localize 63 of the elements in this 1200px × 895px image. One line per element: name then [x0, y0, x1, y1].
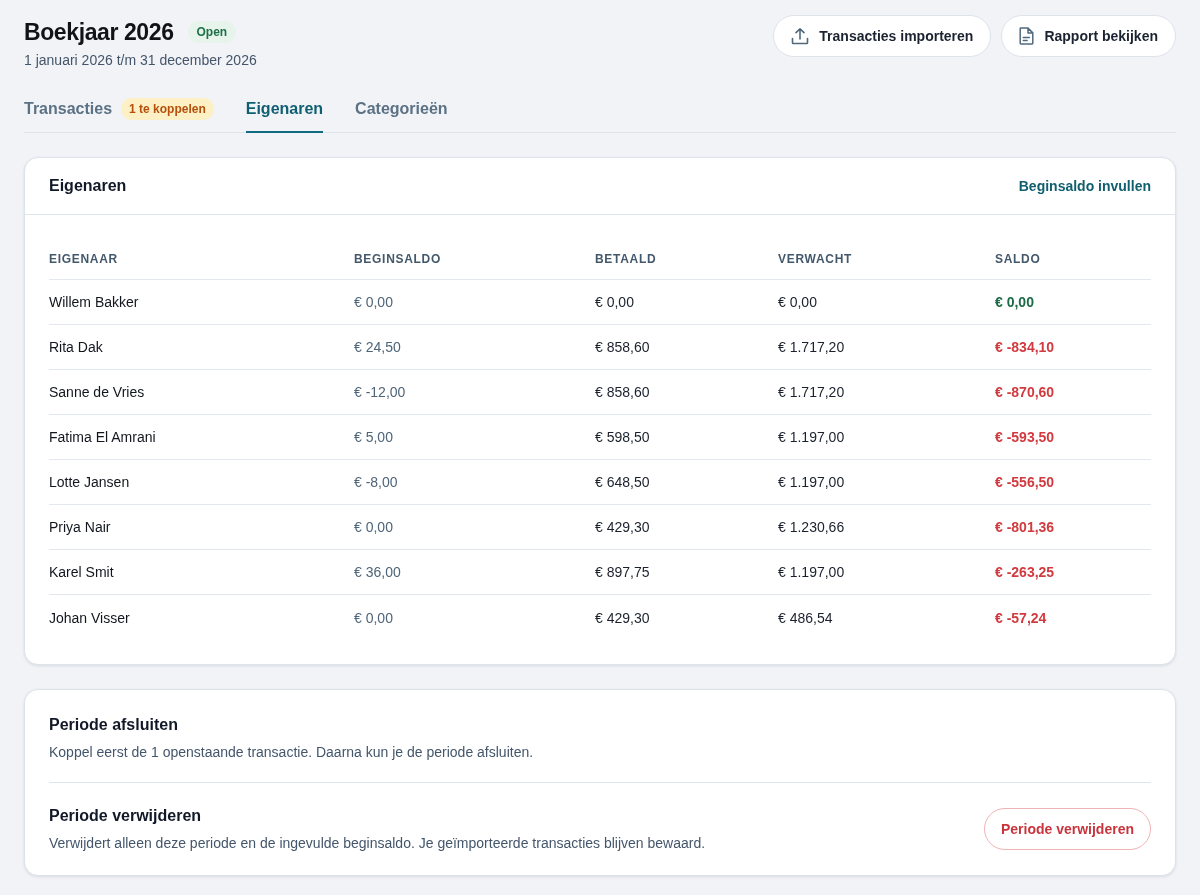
- period-range: 1 januari 2026 t/m 31 december 2026: [24, 51, 257, 70]
- table-cell: € 0,00: [778, 294, 817, 310]
- table-cell: Willem Bakker: [49, 294, 139, 310]
- table-cell: € 1.230,66: [778, 519, 845, 535]
- document-icon: [1019, 27, 1035, 45]
- balance-cell: € -870,60: [995, 384, 1055, 400]
- column-header: SALDO: [995, 251, 1042, 268]
- page-title: Boekjaar 2026: [24, 18, 174, 46]
- tab[interactable]: Eigenaren: [245, 98, 324, 133]
- column-header: VERWACHT: [778, 251, 854, 268]
- column-header: EIGENAAR: [49, 251, 119, 268]
- card-title: Eigenaren: [49, 177, 127, 195]
- table-cell: Fatima El Amrani: [49, 429, 156, 445]
- table-cell: € 36,00: [354, 564, 401, 580]
- balance-cell: € -834,10: [995, 339, 1055, 355]
- table-cell: € 1.197,00: [778, 429, 845, 445]
- fill-opening-balance-link[interactable]: Beginsaldo invullen: [1018, 178, 1151, 194]
- balance-cell: € -263,25: [995, 564, 1055, 580]
- table-cell: € 1.197,00: [778, 474, 845, 490]
- import-transactions-button[interactable]: Transacties importeren: [773, 15, 992, 57]
- section-description: Koppel eerst de 1 openstaande transactie. Daarna kun je de periode afsluiten.: [49, 743, 534, 762]
- status-badge: Open: [187, 21, 237, 43]
- column-header: BETAALD: [595, 251, 658, 268]
- table-cell: € 648,50: [595, 474, 650, 490]
- balance-cell: € -556,50: [995, 474, 1055, 490]
- table-cell: € 0,00: [354, 294, 393, 310]
- table-cell: Sanne de Vries: [49, 384, 145, 400]
- table-cell: € -12,00: [354, 384, 406, 400]
- table-cell: € 24,50: [354, 339, 401, 355]
- table-cell: € 429,30: [595, 609, 650, 626]
- view-report-button[interactable]: Rapport bekijken: [1001, 15, 1176, 57]
- table-cell: € 0,00: [354, 609, 393, 626]
- table-cell: € 1.197,00: [778, 564, 845, 580]
- table-cell: € 1.717,20: [778, 384, 845, 400]
- table-cell: € 486,54: [778, 609, 833, 626]
- table-cell: Rita Dak: [49, 339, 103, 355]
- section-title: Periode verwijderen: [49, 806, 203, 826]
- count-badge: 1 te koppelen: [121, 98, 214, 120]
- table-cell: € 0,00: [354, 519, 393, 535]
- table-cell: € 897,75: [595, 564, 650, 580]
- table-cell: Priya Nair: [49, 519, 111, 535]
- balance-cell: € 0,00: [995, 294, 1034, 310]
- section-description: Verwijdert alleen deze periode en de ingevulde beginsaldo. Je geïmporteerde transacties blijven bewaard.: [49, 834, 706, 853]
- table-cell: € 858,60: [595, 384, 650, 400]
- tab[interactable]: Categorieën: [355, 98, 448, 133]
- upload-icon: [791, 27, 810, 45]
- section-title: Periode afsluiten: [49, 715, 179, 735]
- balance-cell: € -593,50: [995, 429, 1055, 445]
- column-header: BEGINSALDO: [354, 251, 442, 268]
- table-cell: € 1.717,20: [778, 339, 845, 355]
- table-cell: € 0,00: [595, 294, 634, 310]
- tab[interactable]: Transacties 1 te koppelen: [24, 98, 214, 133]
- table-cell: Johan Visser: [49, 609, 130, 626]
- table-cell: € 5,00: [354, 429, 393, 445]
- delete-period-button[interactable]: Periode verwijderen: [983, 808, 1151, 850]
- balance-cell: € -801,36: [995, 519, 1055, 535]
- table-cell: € -8,00: [354, 474, 398, 490]
- table-cell: € 429,30: [595, 519, 650, 535]
- balance-cell: € -57,24: [995, 609, 1047, 626]
- table-cell: Karel Smit: [49, 564, 114, 580]
- table-cell: Lotte Jansen: [49, 474, 130, 490]
- table-cell: € 598,50: [595, 429, 650, 445]
- table-cell: € 858,60: [595, 339, 650, 355]
